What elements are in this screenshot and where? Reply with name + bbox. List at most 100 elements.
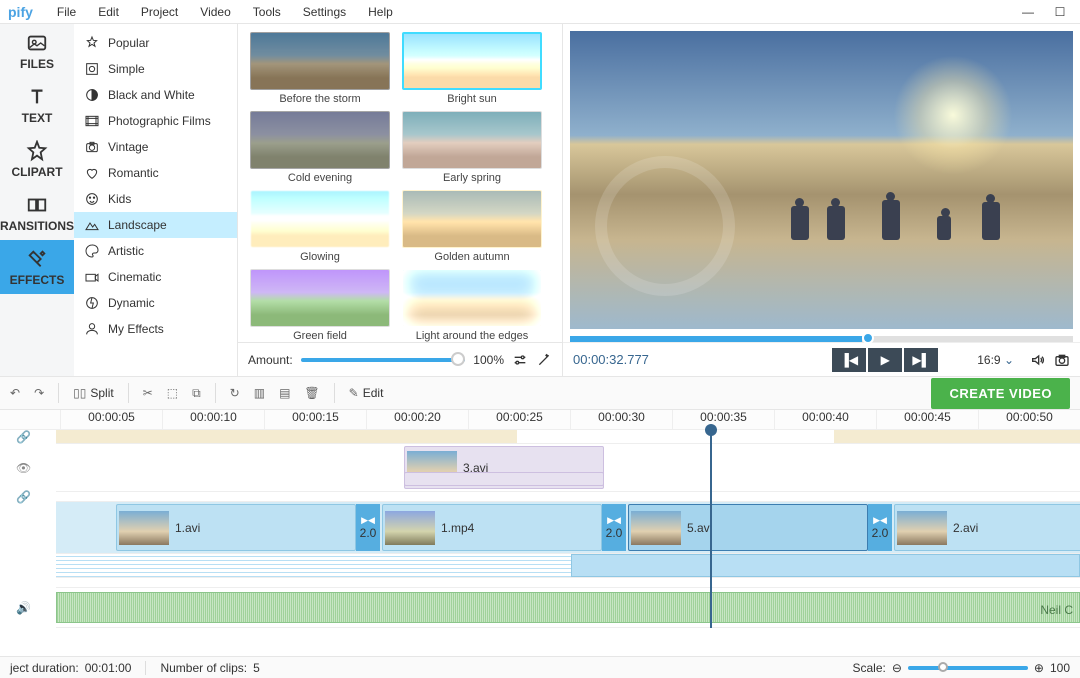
timeline: 00:00:0500:00:10 00:00:1500:00:20 00:00:… [0, 410, 1080, 656]
playback-time: 00:00:32.777 [573, 352, 649, 367]
preview-canvas [570, 31, 1073, 329]
delete-button[interactable]: 🗑 [304, 386, 319, 400]
audio-track[interactable]: 🔊 Neil C [56, 588, 1080, 628]
amount-bar: Amount: 100% [238, 342, 562, 376]
cat-bw[interactable]: Black and White [74, 82, 237, 108]
redo-button[interactable]: ↷ [34, 386, 44, 400]
tab-clipart[interactable]: CLIPART [0, 132, 74, 186]
edit-button[interactable]: ✎ Edit [349, 386, 384, 400]
left-tab-strip: FILES TEXT CLIPART RANSITIONS EFFECTS [0, 24, 74, 376]
duration-label: ject duration: [10, 661, 79, 675]
volume-icon[interactable] [1030, 352, 1046, 368]
rotate-button[interactable]: ↻ [230, 386, 240, 400]
zoom-in-button[interactable]: ⊕ [1034, 661, 1044, 675]
duration-value: 00:01:00 [85, 661, 132, 675]
effect-early-spring[interactable]: Early spring [402, 111, 542, 184]
snapshot-icon[interactable] [1054, 352, 1070, 368]
menu-help[interactable]: Help [358, 0, 403, 24]
aspect-ratio[interactable]: 16:9 ⌄ [977, 353, 1014, 367]
volume-track[interactable] [56, 554, 1080, 578]
undo-button[interactable]: ↶ [10, 386, 20, 400]
transition-1[interactable]: ▶◀2.0 [356, 504, 380, 551]
scale-label: Scale: [852, 661, 885, 675]
effect-before-storm[interactable]: Before the storm [250, 32, 390, 105]
duplicate-button[interactable]: ⧉ [192, 386, 201, 401]
menu-tools[interactable]: Tools [243, 0, 291, 24]
tab-files[interactable]: FILES [0, 24, 74, 78]
video-clip-4[interactable]: 2.avi [894, 504, 1080, 551]
category-list: Popular Simple Black and White Photograp… [74, 24, 238, 376]
effect-green-field[interactable]: Green field [250, 269, 390, 342]
window-controls: — ☐ [1016, 0, 1072, 24]
app-logo: pify [8, 4, 33, 20]
maximize-button[interactable]: ☐ [1048, 0, 1072, 24]
video-track[interactable]: 1.avi ▶◀2.0 1.mp4 ▶◀2.0 5.avi ▶◀2.0 2.av… [56, 502, 1080, 554]
scale-slider[interactable] [908, 666, 1028, 670]
tab-transitions[interactable]: RANSITIONS [0, 186, 74, 240]
preview-panel: 00:00:32.777 ▐◀ ▶ ▶▌ 16:9 ⌄ [562, 24, 1080, 376]
split-button[interactable]: ▯▯ Split [73, 386, 114, 400]
clipcount-value: 5 [253, 661, 260, 675]
menu-edit[interactable]: Edit [88, 0, 129, 24]
cat-kids[interactable]: Kids [74, 186, 237, 212]
eye-icon: 👁 [16, 461, 31, 475]
amount-slider[interactable] [301, 358, 466, 362]
cat-dynamic[interactable]: Dynamic [74, 290, 237, 316]
menu-project[interactable]: Project [131, 0, 188, 24]
transition-3[interactable]: ▶◀2.0 [868, 504, 892, 551]
scale-value: 100 [1050, 661, 1070, 675]
effect-glowing[interactable]: Glowing [250, 190, 390, 263]
list-button[interactable]: ▤ [279, 386, 290, 400]
menu-video[interactable]: Video [190, 0, 240, 24]
crop-button[interactable]: ⬚ [167, 386, 178, 400]
effect-cold-evening[interactable]: Cold evening [250, 111, 390, 184]
play-button[interactable]: ▶ [868, 348, 902, 372]
zoom-out-button[interactable]: ⊖ [892, 661, 902, 675]
link-icon-2: 🔗 [16, 490, 31, 504]
menu-settings[interactable]: Settings [293, 0, 356, 24]
video-clip-1[interactable]: 1.avi [116, 504, 356, 551]
menu-file[interactable]: File [47, 0, 86, 24]
minimize-button[interactable]: — [1016, 0, 1040, 24]
cat-cinematic[interactable]: Cinematic [74, 264, 237, 290]
wand-icon[interactable] [536, 352, 552, 368]
overlay-link-track[interactable]: 🔗 [56, 492, 1080, 502]
prev-button[interactable]: ▐◀ [832, 348, 866, 372]
effects-browser: Before the storm Bright sun Cold evening… [238, 24, 562, 376]
amount-label: Amount: [248, 353, 293, 367]
link-icon: 🔗 [16, 430, 31, 444]
create-video-button[interactable]: CREATE VIDEO [931, 378, 1070, 409]
settings-icon[interactable] [512, 352, 528, 368]
effect-light-edges[interactable]: Light around the edges [402, 269, 542, 342]
time-ruler[interactable]: 00:00:0500:00:10 00:00:1500:00:20 00:00:… [0, 410, 1080, 430]
playhead[interactable] [710, 430, 712, 628]
overlay-track[interactable]: 👁 3.avi [56, 444, 1080, 492]
cat-romantic[interactable]: Romantic [74, 160, 237, 186]
title-track[interactable]: 🔗 [56, 430, 1080, 444]
video-clip-2[interactable]: 1.mp4 [382, 504, 602, 551]
seek-bar[interactable] [570, 336, 1073, 342]
arrange-button[interactable]: ▥ [254, 386, 265, 400]
speaker-icon: 🔊 [16, 601, 31, 615]
cat-popular[interactable]: Popular [74, 30, 237, 56]
amount-value: 100% [473, 353, 504, 367]
timeline-toolbar: ↶ ↷ ▯▯ Split ✂ ⬚ ⧉ ↻ ▥ ▤ 🗑 ✎ Edit CREATE… [0, 376, 1080, 410]
tab-text[interactable]: TEXT [0, 78, 74, 132]
cat-vintage[interactable]: Vintage [74, 134, 237, 160]
video-clip-3[interactable]: 5.avi [628, 504, 868, 551]
overlay-clip-2[interactable] [404, 472, 604, 486]
cut-button[interactable]: ✂ [143, 386, 153, 400]
spacer-track [56, 578, 1080, 588]
transition-2[interactable]: ▶◀2.0 [602, 504, 626, 551]
audio-waveform[interactable]: Neil C [56, 592, 1080, 623]
effect-bright-sun[interactable]: Bright sun [402, 32, 542, 105]
cat-simple[interactable]: Simple [74, 56, 237, 82]
cat-myeffects[interactable]: My Effects [74, 316, 237, 342]
next-button[interactable]: ▶▌ [904, 348, 938, 372]
effect-golden-autumn[interactable]: Golden autumn [402, 190, 542, 263]
cat-photo[interactable]: Photographic Films [74, 108, 237, 134]
cat-artistic[interactable]: Artistic [74, 238, 237, 264]
menu-bar: pify File Edit Project Video Tools Setti… [0, 0, 1080, 24]
tab-effects[interactable]: EFFECTS [0, 240, 74, 294]
cat-landscape[interactable]: Landscape [74, 212, 237, 238]
